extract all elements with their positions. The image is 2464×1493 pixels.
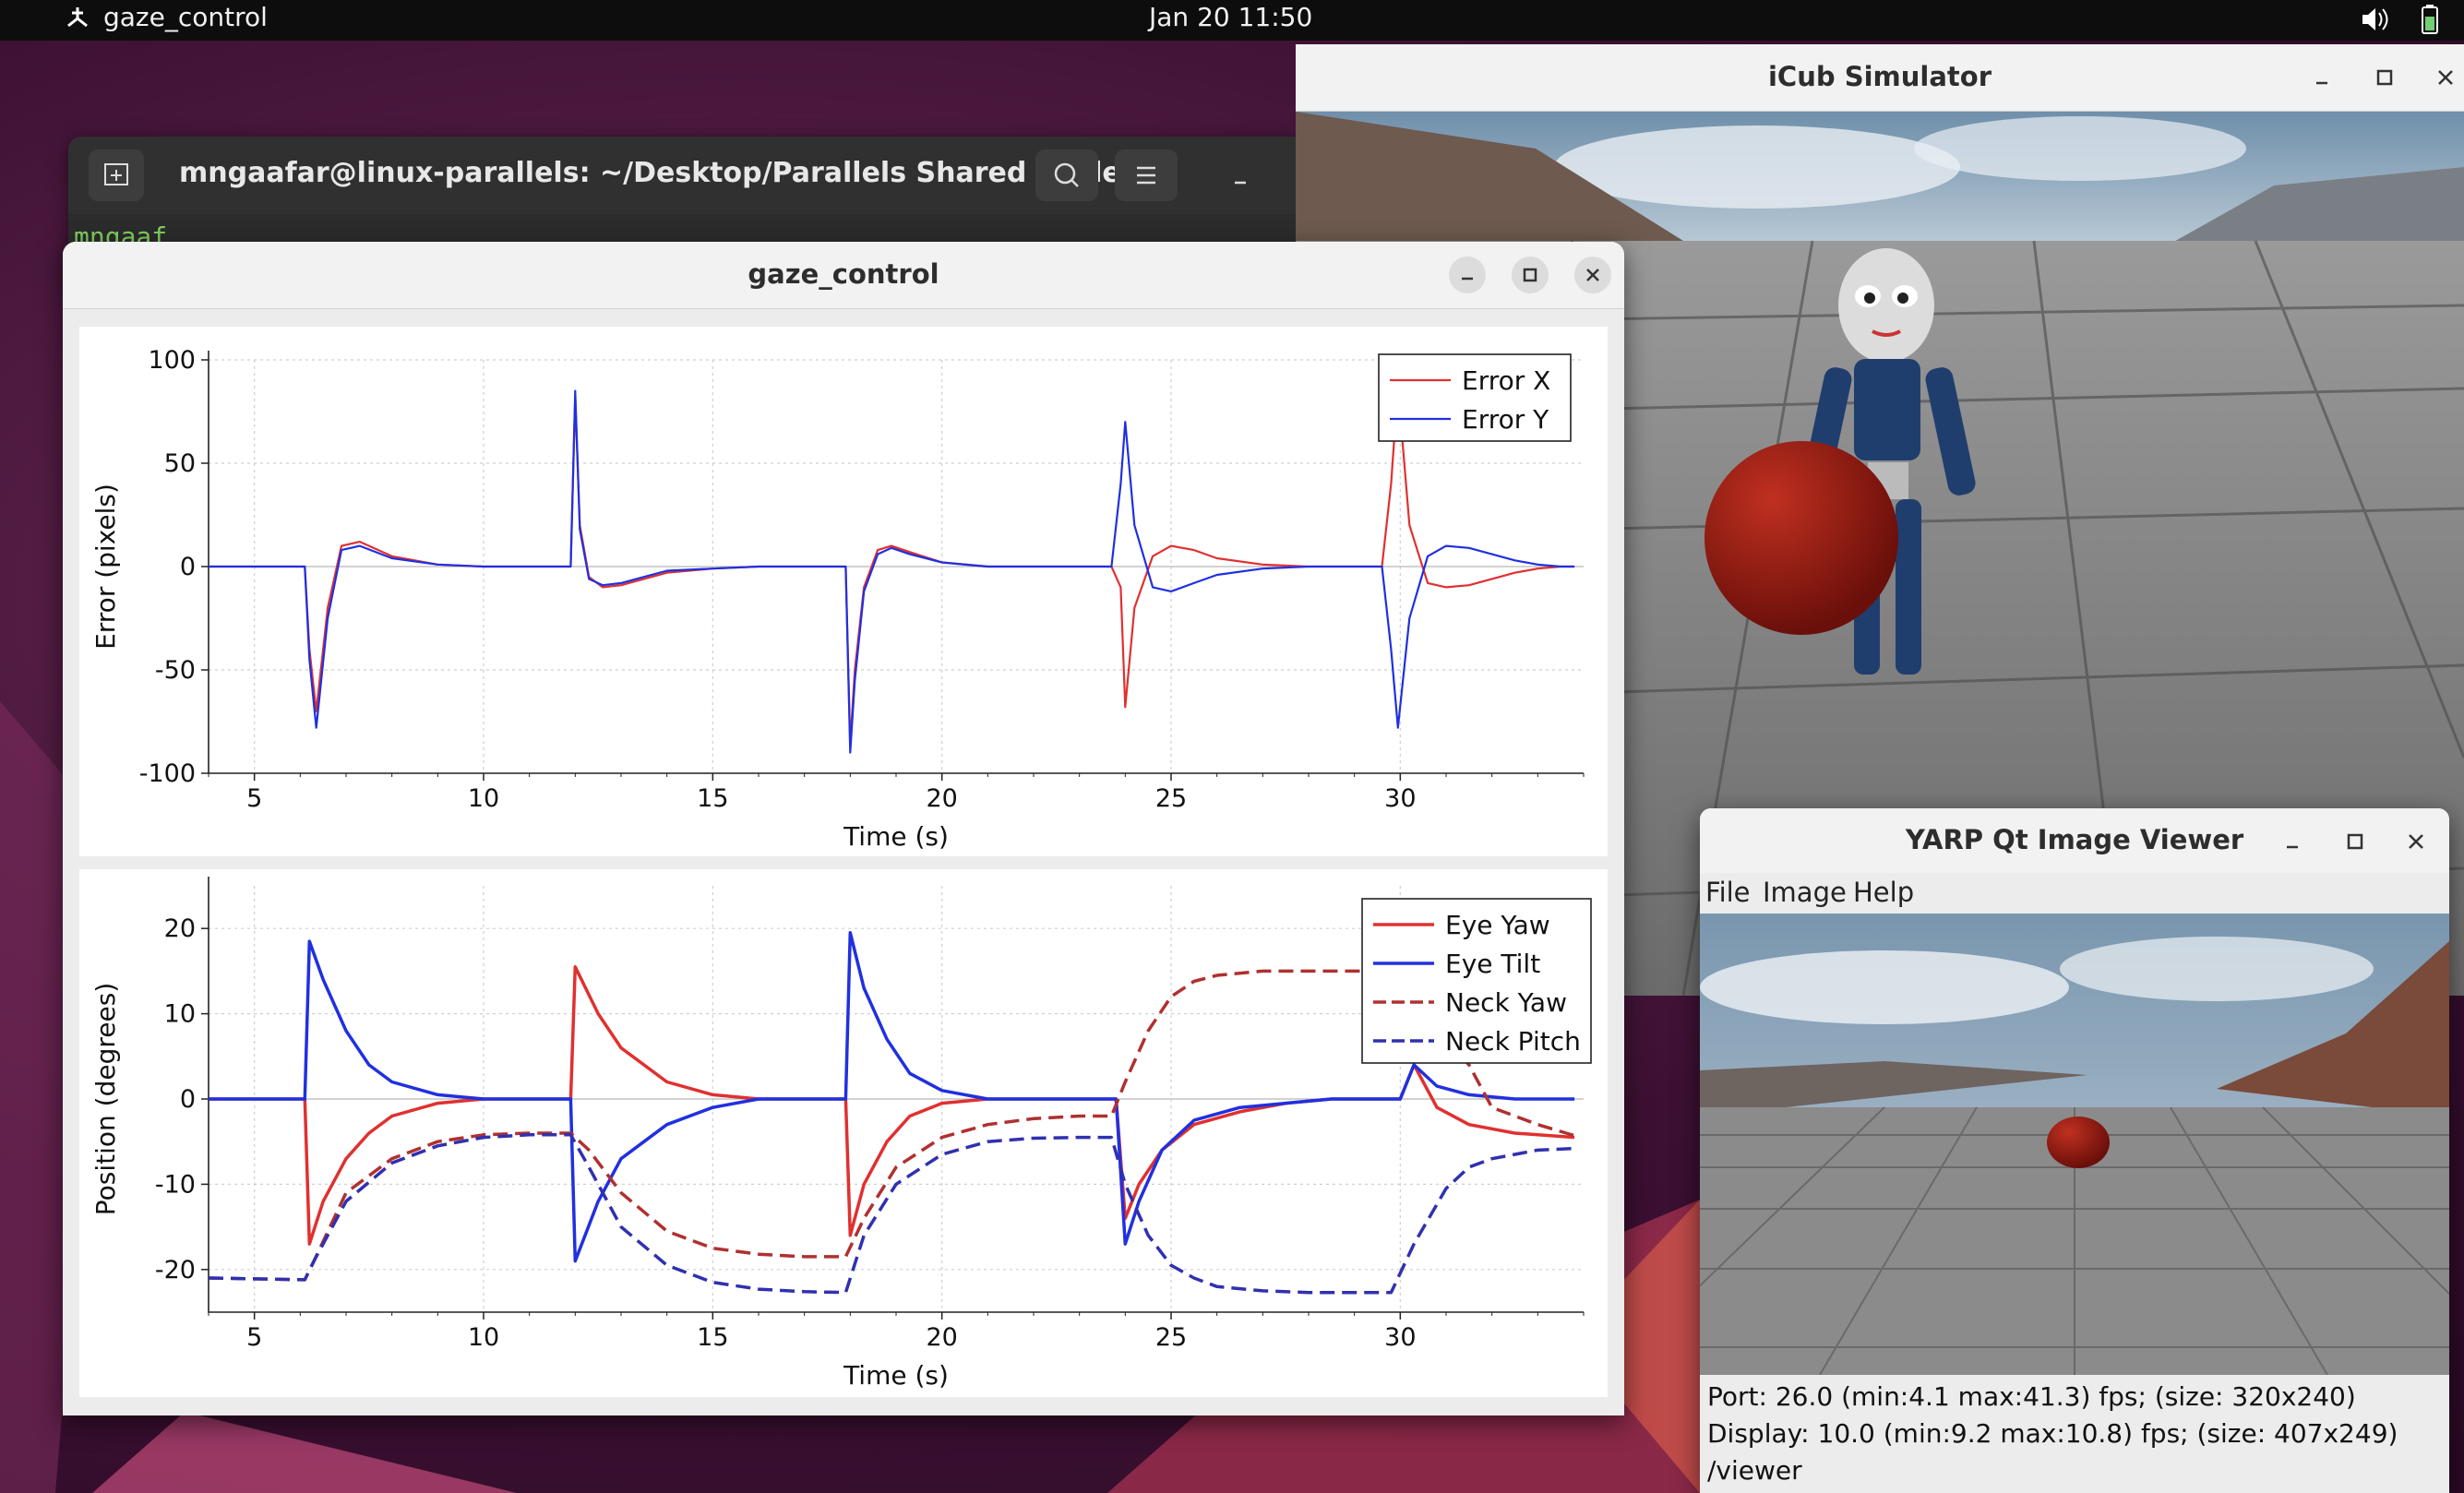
series-line-error-x	[209, 386, 1575, 746]
minimize-icon	[1462, 277, 1473, 281]
legend-label: Error X	[1462, 365, 1550, 396]
top-bar: gaze_control Jan 20 11:50	[0, 0, 2464, 41]
y-tick-label: 50	[164, 449, 196, 478]
legend-label: Error Y	[1462, 404, 1549, 435]
gaze-title: gaze_control	[748, 258, 939, 290]
terminal-titlebar[interactable]: mngaafar@linux-parallels: ~/Desktop/Para…	[68, 137, 1305, 214]
x-tick-label: 25	[1155, 784, 1187, 813]
maximize-icon	[1523, 268, 1537, 282]
camera-view	[1700, 914, 2449, 1375]
x-tick-label: 20	[926, 1323, 957, 1352]
yarp-titlebar[interactable]: YARP Qt Image Viewer	[1700, 808, 2449, 873]
y-axis-label: Position (degrees)	[90, 983, 121, 1215]
gaze-control-window[interactable]: gaze_control 5 10 15 20 25 30 -100 -50 0 50 100 Tim…	[63, 242, 1624, 1415]
legend-label: Eye Yaw	[1445, 910, 1550, 940]
volume-icon[interactable]	[2359, 4, 2390, 35]
yarp-viewer-window[interactable]: YARP Qt Image Viewer File Image Help Por	[1700, 808, 2449, 1493]
x-tick-label: 30	[1384, 784, 1416, 813]
x-axis-label: Time (s)	[843, 1360, 949, 1391]
y-tick-label: 0	[180, 553, 196, 581]
viewer-port-name: /viewer	[1707, 1455, 1802, 1486]
minimize-icon[interactable]	[1222, 161, 1259, 197]
error-plot-pane[interactable]: 5 10 15 20 25 30 -100 -50 0 50 100 Time (s) Error (p…	[79, 327, 1608, 856]
series-line-error-y	[209, 389, 1575, 754]
y-tick-label: 10	[164, 1000, 196, 1029]
x-tick-label: 25	[1155, 1323, 1187, 1352]
viewer-status: Port: 26.0 (min:4.1 max:41.3) fps; (size…	[1707, 1379, 2398, 1489]
close-icon[interactable]	[2401, 827, 2431, 856]
maximize-icon[interactable]	[2340, 827, 2370, 856]
close-icon[interactable]	[2431, 63, 2460, 92]
red-ball	[1704, 441, 1898, 635]
minimize-icon[interactable]	[2278, 827, 2307, 856]
minimize-icon[interactable]	[2307, 63, 2337, 92]
x-tick-label: 5	[246, 784, 262, 813]
position-chart[interactable]: 5 10 15 20 25 30 -20 -10 0 10 20 Time (s) Position (…	[79, 869, 1608, 1397]
y-tick-label: -10	[155, 1170, 196, 1199]
yarp-title: YARP Qt Image Viewer	[1905, 824, 2244, 855]
search-icon	[1054, 162, 1079, 187]
gaze-titlebar[interactable]: gaze_control	[63, 242, 1624, 309]
y-tick-label: 0	[180, 1085, 196, 1114]
maximize-button[interactable]	[1512, 257, 1549, 293]
clock[interactable]: Jan 20 11:50	[1149, 2, 1312, 32]
new-tab-button[interactable]	[89, 149, 144, 201]
x-tick-label: 5	[246, 1323, 262, 1352]
menu-file[interactable]: File	[1705, 877, 1751, 908]
active-app-name[interactable]: gaze_control	[103, 2, 268, 32]
x-tick-label: 20	[926, 784, 957, 813]
terminal-title: mngaafar@linux-parallels: ~/Desktop/Para…	[179, 157, 1153, 189]
x-tick-label: 30	[1384, 1323, 1416, 1352]
x-tick-label: 15	[697, 784, 728, 813]
terminal-search-button[interactable]	[1035, 149, 1098, 201]
icub-titlebar[interactable]: iCub Simulator	[1296, 44, 2464, 112]
menu-icon	[1137, 166, 1155, 185]
y-tick-label: -20	[155, 1256, 196, 1284]
icub-title: iCub Simulator	[1767, 61, 1992, 92]
close-button[interactable]	[1574, 257, 1611, 293]
y-axis-label: Error (pixels)	[90, 484, 121, 650]
x-tick-label: 10	[468, 784, 499, 813]
position-plot-pane[interactable]: 5 10 15 20 25 30 -20 -10 0 10 20 Time (s) Position (…	[79, 869, 1608, 1397]
menu-help[interactable]: Help	[1853, 877, 1914, 908]
x-tick-label: 10	[468, 1323, 499, 1352]
x-tick-label: 15	[697, 1323, 728, 1352]
red-ball	[2047, 1117, 2110, 1168]
app-menu-icon[interactable]	[59, 0, 96, 37]
display-fps: Display: 10.0 (min:9.2 max:10.8) fps; (s…	[1707, 1418, 2398, 1449]
yarp-menubar: File Image Help	[1700, 873, 2449, 910]
y-tick-label: 100	[148, 346, 196, 375]
close-icon	[1586, 269, 1599, 281]
maximize-icon[interactable]	[2370, 63, 2399, 92]
y-tick-label: 20	[164, 914, 196, 943]
minimize-button[interactable]	[1449, 257, 1486, 293]
y-tick-label: -100	[139, 759, 196, 788]
port-fps: Port: 26.0 (min:4.1 max:41.3) fps; (size…	[1707, 1381, 2356, 1412]
battery-icon[interactable]	[2414, 4, 2446, 35]
system-tray[interactable]	[2359, 4, 2446, 35]
legend-label: Neck Yaw	[1445, 987, 1567, 1018]
y-tick-label: -50	[155, 656, 196, 685]
legend-label: Neck Pitch	[1445, 1026, 1581, 1057]
menu-image[interactable]: Image	[1763, 877, 1847, 908]
legend-label: Eye Tilt	[1445, 949, 1540, 979]
terminal-menu-button[interactable]	[1115, 149, 1178, 201]
series-line-neck-pitch	[208, 1133, 1575, 1295]
new-tab-icon	[104, 163, 128, 185]
error-chart[interactable]: 5 10 15 20 25 30 -100 -50 0 50 100 Time (s) Error (p…	[79, 327, 1608, 856]
x-axis-label: Time (s)	[843, 821, 949, 852]
